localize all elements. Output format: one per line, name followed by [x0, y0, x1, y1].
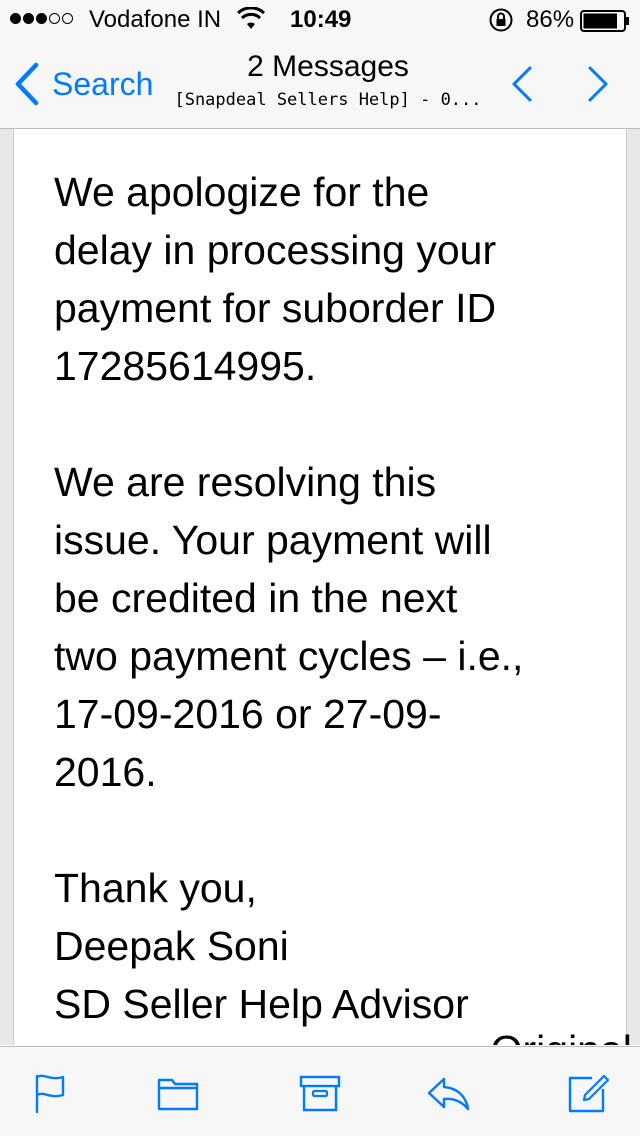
folder-icon[interactable] — [156, 1071, 200, 1115]
navigation-bar: Search 2 Messages [Snapdeal Sellers Help… — [0, 40, 640, 128]
right-edge-shade — [626, 129, 640, 1045]
mail-screen: Vodafone IN 10:49 86% Search 2 Messages … — [0, 0, 640, 1136]
signer-title: SD Seller Help Advisor — [54, 981, 469, 1027]
quoted-original-header: -------- Original — [370, 1027, 632, 1045]
signal-dot — [49, 13, 60, 24]
next-message-button[interactable] — [578, 62, 618, 106]
message-paragraph: We are resolving this issue. Your paymen… — [54, 459, 524, 795]
signal-strength-icon — [10, 13, 73, 24]
reply-icon[interactable] — [426, 1071, 470, 1115]
bottom-toolbar — [0, 1046, 640, 1136]
thread-subject: [Snapdeal Sellers Help] - 0... — [174, 90, 482, 110]
signal-dot — [36, 13, 47, 24]
previous-message-button[interactable] — [502, 62, 542, 106]
message-paragraph: We apologize for the delay in processing… — [54, 169, 497, 389]
status-bar: Vodafone IN 10:49 86% — [0, 0, 640, 40]
compose-icon[interactable] — [566, 1071, 610, 1115]
signal-dot — [23, 13, 34, 24]
archive-icon[interactable] — [298, 1071, 342, 1115]
message-body: We apologize for the delay in processing… — [54, 163, 614, 1033]
signer-name: Deepak Soni — [54, 923, 289, 969]
back-button-label: Search — [52, 65, 154, 102]
thread-title: 2 Messages — [247, 50, 409, 83]
flag-icon[interactable] — [28, 1071, 72, 1115]
signal-dot — [62, 13, 73, 24]
chevron-left-icon — [15, 62, 39, 106]
clock: 10:49 — [290, 6, 352, 33]
battery-icon — [580, 10, 629, 32]
thread-header: 2 Messages [Snapdeal Sellers Help] - 0..… — [160, 48, 496, 114]
back-button[interactable]: Search — [12, 62, 153, 106]
signal-dot — [10, 13, 21, 24]
message-body-viewport[interactable]: We apologize for the delay in processing… — [0, 129, 640, 1045]
top-bar: Vodafone IN 10:49 86% Search 2 Messages … — [0, 0, 640, 129]
carrier-name: Vodafone IN — [89, 6, 222, 33]
wifi-icon — [237, 7, 265, 29]
rotation-lock-icon — [489, 8, 513, 32]
left-edge-shade — [0, 129, 14, 1045]
closing-line: Thank you, — [54, 865, 257, 911]
battery-percent: 86% — [526, 6, 575, 33]
